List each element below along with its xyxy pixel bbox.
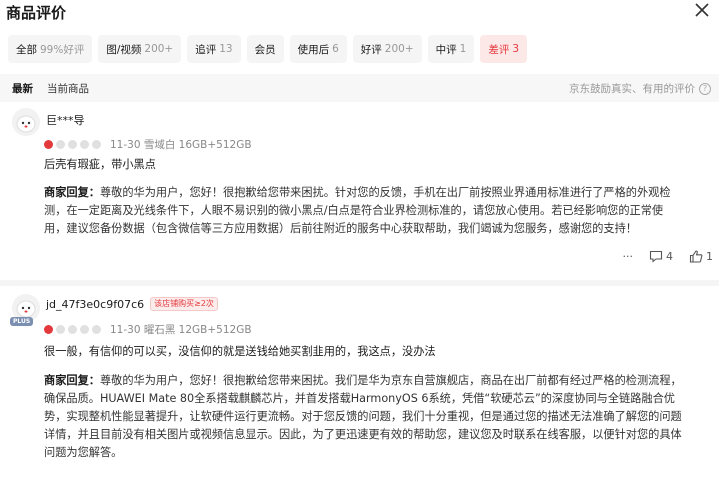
guideline-text: 京东鼓励真实、有用的评价 <box>569 83 695 95</box>
review-item: 巨***导 11-30 雪域白 16GB+512GB 后壳有瑕疵，带小黑点 商家… <box>0 104 719 274</box>
filter-count: 6 <box>332 43 339 55</box>
page-title: 商品评价 <box>6 4 67 22</box>
username-row: jd_47f3e0c9f07c6 该店铺购买≥2次 <box>46 297 218 311</box>
filter-count: 13 <box>219 43 233 55</box>
filter-label: 差评 <box>488 43 510 56</box>
star-icon <box>80 325 89 334</box>
filter-count: 200+ <box>384 43 414 55</box>
avatar[interactable] <box>12 108 40 136</box>
filter-followup[interactable]: 追评 13 <box>187 35 241 63</box>
star-icon <box>56 140 65 149</box>
filter-after-use[interactable]: 使用后 6 <box>289 35 347 63</box>
merchant-reply: 商家回复：尊敬的华为用户，您好！很抱歉给您带来困扰。我们是华为京东自营旗舰店，商… <box>44 372 684 462</box>
filter-count: 3 <box>512 43 520 55</box>
star-icon <box>56 325 65 334</box>
username[interactable]: jd_47f3e0c9f07c6 <box>46 298 144 311</box>
filter-positive[interactable]: 好评 200+ <box>352 35 422 63</box>
reply-text: 尊敬的华为用户，您好！很抱歉给您带来困扰。针对您的反馈，手机在出厂前按照业界通用… <box>44 186 671 235</box>
filter-negative[interactable]: 差评 3 <box>480 35 528 63</box>
filter-label: 会员 <box>254 43 276 56</box>
review-date-spec: 11-30 曜石黑 12GB+512GB <box>110 324 252 336</box>
dog-avatar-icon <box>12 108 40 136</box>
filter-count: 99%好评 <box>40 43 85 56</box>
filter-label: 好评 <box>360 43 382 56</box>
username[interactable]: 巨***导 <box>46 112 85 128</box>
filter-label: 追评 <box>195 43 217 56</box>
star-icon <box>68 140 77 149</box>
review-meta: 11-30 雪域白 16GB+512GB <box>44 137 252 152</box>
filter-label: 中评 <box>435 43 457 56</box>
review-date-spec: 11-30 雪域白 16GB+512GB <box>110 139 252 151</box>
more-icon[interactable]: ··· <box>623 250 634 263</box>
reply-label: 商家回复： <box>44 374 100 387</box>
star-icon <box>80 140 89 149</box>
star-icon <box>44 325 53 334</box>
comment-button[interactable]: 4 <box>649 250 673 263</box>
star-icon <box>92 140 101 149</box>
question-icon[interactable]: ? <box>699 82 711 95</box>
review-text: 很一般，有信仰的可以买，没信仰的就是送钱给她买割韭用的，我这点，没办法 <box>44 345 436 358</box>
like-button[interactable]: 1 <box>689 250 713 263</box>
review-actions: ··· 4 1 <box>623 250 714 263</box>
star-icon <box>92 325 101 334</box>
repeat-buyer-badge: 该店铺购买≥2次 <box>150 297 218 311</box>
review-guideline[interactable]: 京东鼓励真实、有用的评价 ? <box>569 81 711 96</box>
sort-bar: 最新 当前商品 京东鼓励真实、有用的评价 ? <box>0 74 719 102</box>
filter-label: 使用后 <box>297 43 330 56</box>
avatar[interactable]: PLUS <box>10 294 40 326</box>
filter-neutral[interactable]: 中评 1 <box>427 35 475 63</box>
review-item: PLUS jd_47f3e0c9f07c6 该店铺购买≥2次 11-30 曜石黑… <box>0 290 719 490</box>
header: 商品评价 <box>0 0 719 30</box>
star-icon <box>68 325 77 334</box>
filter-bar: 全部 99%好评 图/视频 200+ 追评 13 会员 使用后 6 好评 200+ 中评 1… <box>8 35 528 63</box>
comment-icon <box>649 250 663 263</box>
filter-count: 1 <box>459 43 467 55</box>
review-meta: 11-30 曜石黑 12GB+512GB <box>44 322 252 337</box>
thumbs-up-icon <box>689 250 703 263</box>
filter-label: 图/视频 <box>106 43 142 56</box>
filter-all[interactable]: 全部 99%好评 <box>8 35 93 63</box>
close-icon[interactable] <box>693 1 711 19</box>
sort-latest[interactable]: 最新 <box>12 81 33 96</box>
reply-label: 商家回复： <box>44 186 100 199</box>
filter-label: 全部 <box>16 43 37 56</box>
plus-badge: PLUS <box>10 317 34 326</box>
like-count: 1 <box>706 250 713 263</box>
merchant-reply: 商家回复：尊敬的华为用户，您好！很抱歉给您带来困扰。针对您的反馈，手机在出厂前按… <box>44 184 684 238</box>
divider <box>0 280 719 286</box>
filter-media[interactable]: 图/视频 200+ <box>98 35 182 63</box>
comment-count: 4 <box>666 250 673 263</box>
sort-current-product[interactable]: 当前商品 <box>47 81 89 96</box>
review-text: 后壳有瑕疵，带小黑点 <box>44 158 156 171</box>
filter-member[interactable]: 会员 <box>246 35 284 63</box>
reply-text: 尊敬的华为用户，您好！很抱歉给您带来困扰。我们是华为京东自营旗舰店，商品在出厂前… <box>44 374 682 459</box>
star-icon <box>44 140 53 149</box>
filter-count: 200+ <box>144 43 174 55</box>
